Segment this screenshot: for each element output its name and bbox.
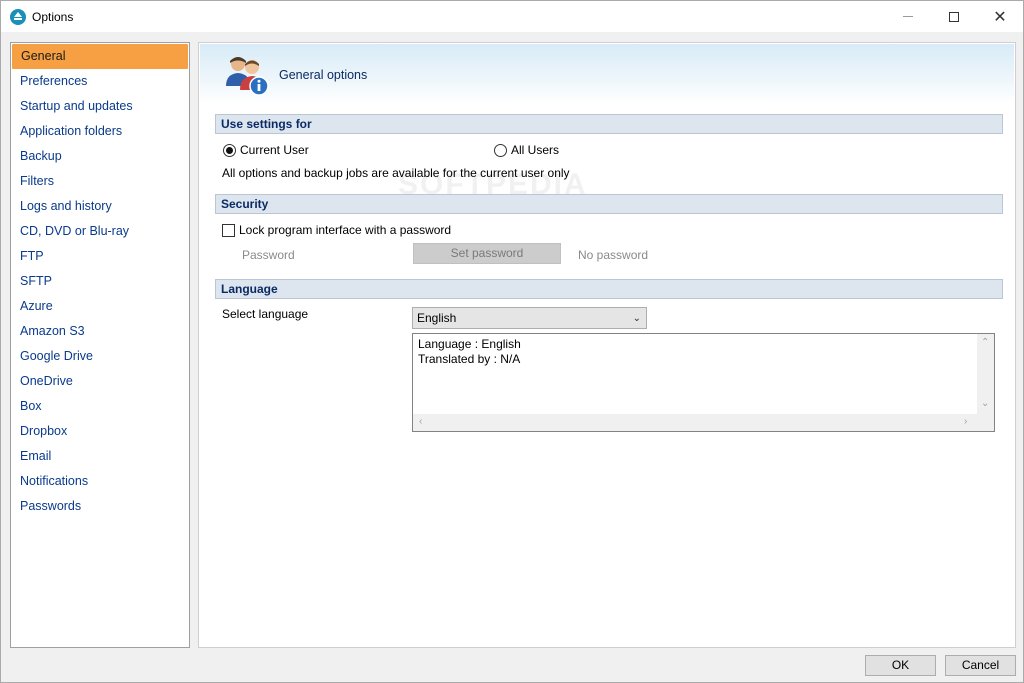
current-user-radio[interactable]: Current User bbox=[223, 143, 309, 157]
lock-interface-label: Lock program interface with a password bbox=[239, 223, 452, 237]
options-window: Options ✕ General Preferences Startup an… bbox=[0, 0, 1024, 683]
sidebar-item-box[interactable]: Box bbox=[11, 394, 189, 419]
settings-description: All options and backup jobs are availabl… bbox=[222, 166, 570, 180]
sidebar-item-ftp[interactable]: FTP bbox=[11, 244, 189, 269]
maximize-icon bbox=[949, 11, 959, 22]
sidebar-item-general[interactable]: General bbox=[12, 44, 188, 69]
sidebar-item-preferences[interactable]: Preferences bbox=[11, 69, 189, 94]
radio-unselected-icon bbox=[494, 143, 507, 157]
current-user-label: Current User bbox=[240, 143, 309, 157]
scroll-down-icon[interactable]: ⌄ bbox=[981, 398, 989, 409]
window-controls: ✕ bbox=[885, 1, 1023, 32]
language-info-content: Language : English Translated by : N/A bbox=[418, 337, 521, 367]
language-info-line: Language : English bbox=[418, 337, 521, 351]
close-icon: ✕ bbox=[993, 8, 1007, 26]
sidebar-nav: General Preferences Startup and updates … bbox=[10, 42, 190, 648]
sidebar-item-startup-updates[interactable]: Startup and updates bbox=[11, 94, 189, 119]
sidebar-item-backup[interactable]: Backup bbox=[11, 144, 189, 169]
minimize-icon bbox=[903, 16, 913, 17]
scroll-left-icon[interactable]: ‹ bbox=[419, 416, 422, 427]
language-select-value: English bbox=[417, 311, 457, 325]
password-status: No password bbox=[578, 248, 649, 262]
sidebar-item-application-folders[interactable]: Application folders bbox=[11, 119, 189, 144]
all-users-radio[interactable]: All Users bbox=[494, 143, 559, 157]
sidebar-item-passwords[interactable]: Passwords bbox=[11, 494, 189, 519]
ok-button[interactable]: OK bbox=[865, 655, 936, 676]
language-info-box[interactable]: Language : English Translated by : N/A ⌃… bbox=[412, 333, 995, 432]
close-button[interactable]: ✕ bbox=[977, 1, 1023, 32]
users-info-icon bbox=[226, 57, 269, 96]
scrollbar-corner bbox=[977, 414, 994, 431]
sidebar-item-filters[interactable]: Filters bbox=[11, 169, 189, 194]
chevron-down-icon: ⌄ bbox=[632, 313, 641, 324]
sidebar-item-email[interactable]: Email bbox=[11, 444, 189, 469]
minimize-button[interactable] bbox=[885, 1, 931, 32]
sidebar-item-sftp[interactable]: SFTP bbox=[11, 269, 189, 294]
checkbox-unchecked-icon bbox=[222, 223, 235, 237]
title-bar: Options ✕ bbox=[1, 1, 1023, 32]
general-options-panel: General options SOFTPEDIA Use settings f… bbox=[198, 42, 1016, 648]
all-users-label: All Users bbox=[511, 143, 560, 157]
panel-title: General options bbox=[279, 68, 368, 82]
use-settings-section: Use settings for bbox=[215, 114, 1003, 134]
maximize-button[interactable] bbox=[931, 1, 977, 32]
horizontal-scrollbar[interactable]: ‹ › bbox=[413, 414, 977, 431]
language-select[interactable]: English ⌄ bbox=[412, 307, 647, 329]
set-password-button[interactable]: Set password bbox=[413, 243, 561, 264]
sidebar-item-azure[interactable]: Azure bbox=[11, 294, 189, 319]
sidebar-item-logs-history[interactable]: Logs and history bbox=[11, 194, 189, 219]
language-section: Language bbox=[215, 279, 1003, 299]
cancel-button[interactable]: Cancel bbox=[945, 655, 1016, 676]
radio-selected-icon bbox=[223, 143, 236, 157]
security-section: Security bbox=[215, 194, 1003, 214]
sidebar-item-cd-dvd-bluray[interactable]: CD, DVD or Blu-ray bbox=[11, 219, 189, 244]
select-language-label: Select language bbox=[222, 307, 309, 321]
sidebar-item-notifications[interactable]: Notifications bbox=[11, 469, 189, 494]
sidebar-item-dropbox[interactable]: Dropbox bbox=[11, 419, 189, 444]
app-icon bbox=[10, 8, 26, 25]
scroll-up-icon[interactable]: ⌃ bbox=[981, 337, 989, 348]
window-title: Options bbox=[32, 9, 74, 24]
panel-header: General options bbox=[200, 44, 1014, 104]
translator-info-line: Translated by : N/A bbox=[418, 352, 521, 366]
lock-interface-checkbox[interactable]: Lock program interface with a password bbox=[222, 223, 451, 237]
sidebar-item-amazon-s3[interactable]: Amazon S3 bbox=[11, 319, 189, 344]
sidebar-item-onedrive[interactable]: OneDrive bbox=[11, 369, 189, 394]
sidebar-item-google-drive[interactable]: Google Drive bbox=[11, 344, 189, 369]
scroll-right-icon[interactable]: › bbox=[964, 416, 967, 427]
vertical-scrollbar[interactable]: ⌃ ⌄ bbox=[977, 334, 994, 414]
password-label: Password bbox=[242, 248, 295, 262]
